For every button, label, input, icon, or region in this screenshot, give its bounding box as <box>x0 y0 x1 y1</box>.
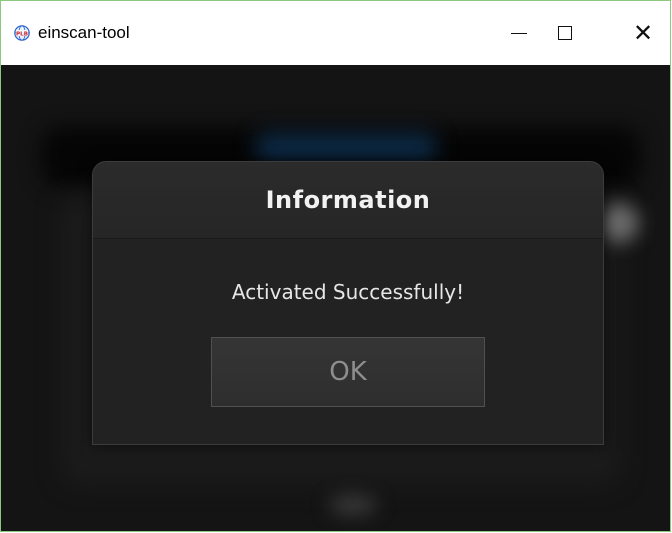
background-indicator <box>329 495 377 515</box>
app-window: PLB einscan-tool ✕ Information Activated… <box>0 0 671 532</box>
plb-globe-icon: PLB <box>14 25 30 41</box>
close-button[interactable]: ✕ <box>613 1 670 65</box>
svg-text:PLB: PLB <box>16 31 28 37</box>
title-bar[interactable]: PLB einscan-tool ✕ <box>1 1 670 65</box>
background-knob <box>599 203 639 243</box>
ok-button[interactable]: OK <box>211 337 485 407</box>
minimize-icon <box>511 32 527 34</box>
close-icon: ✕ <box>632 19 654 47</box>
information-dialog: Information Activated Successfully! OK <box>92 161 604 445</box>
maximize-icon <box>558 26 572 40</box>
background-highlight <box>256 133 436 163</box>
window-title: einscan-tool <box>38 23 130 42</box>
dialog-header: Information <box>93 162 603 239</box>
maximize-button[interactable] <box>535 1 595 65</box>
dialog-message: Activated Successfully! <box>231 280 465 304</box>
dialog-title: Information <box>265 186 431 214</box>
